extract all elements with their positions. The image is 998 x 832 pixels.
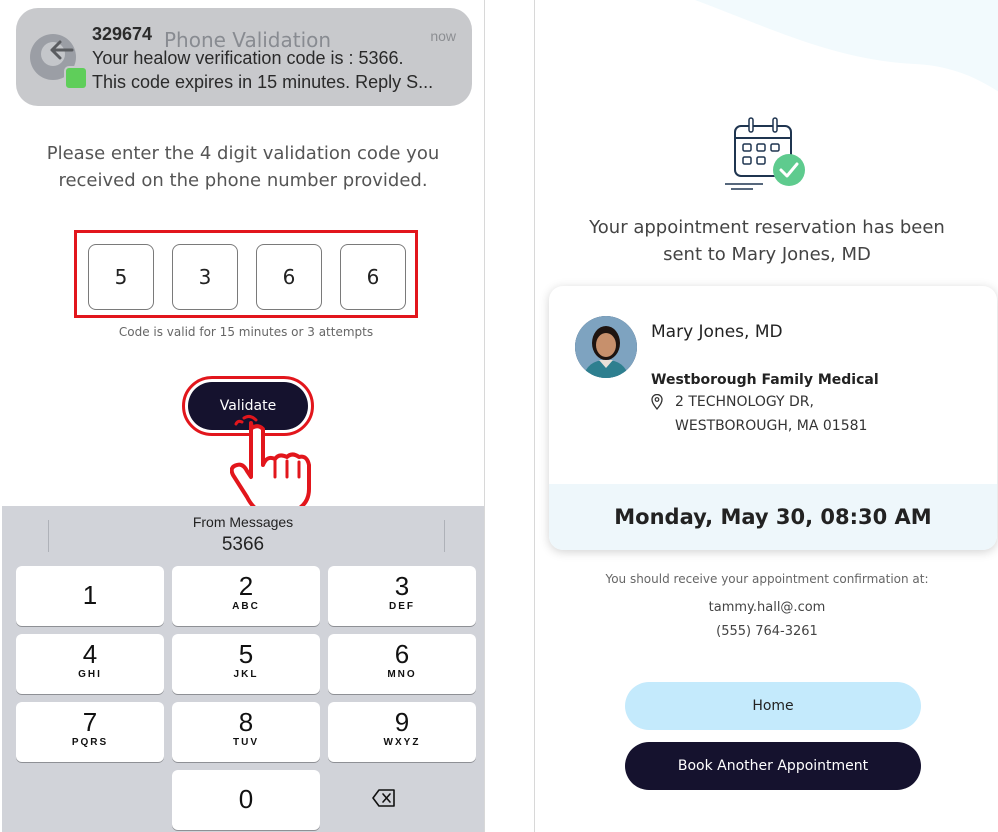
address-line-1: 2 TECHNOLOGY DR,	[675, 394, 814, 410]
confirmation-email: tammy.hall@.com	[708, 600, 826, 615]
suggested-code[interactable]: 5366	[2, 534, 484, 556]
tapping-hand-icon	[230, 414, 311, 514]
backspace-icon[interactable]	[372, 788, 396, 808]
phone-validation-screen: 329674 Phone Validation now Your healow …	[2, 0, 485, 832]
key-number: 9	[394, 707, 410, 737]
code-digit-3[interactable]: 6	[256, 244, 322, 310]
key-4[interactable]: 4 GHI	[16, 634, 164, 694]
key-number: 3	[394, 571, 410, 601]
key-letters: JKL	[233, 669, 259, 680]
key-8[interactable]: 8 TUV	[172, 702, 320, 762]
key-number: 2	[238, 571, 254, 601]
provider-name: Mary Jones, MD	[651, 322, 783, 342]
home-button[interactable]: Home	[625, 682, 921, 730]
notification-message-line1: Your healow verification code is : 5366.	[92, 48, 404, 68]
key-number: 4	[82, 639, 98, 669]
key-1[interactable]: 1	[16, 566, 164, 626]
key-letters: GHI	[78, 669, 102, 680]
key-6[interactable]: 6 MNO	[328, 634, 476, 694]
code-digit-2[interactable]: 3	[172, 244, 238, 310]
key-number: 0	[238, 784, 254, 814]
appointment-confirmation-screen: Your appointment reservation has been se…	[534, 0, 998, 832]
key-3[interactable]: 3 DEF	[328, 566, 476, 626]
reservation-sent-text: Your appointment reservation has been se…	[589, 217, 945, 265]
appointment-card: Mary Jones, MD Westborough Family Medica…	[549, 286, 997, 550]
messages-app-icon	[64, 66, 88, 90]
key-number: 5	[238, 639, 254, 669]
confirmation-phone: (555) 764-3261	[716, 624, 818, 639]
key-2[interactable]: 2 ABC	[172, 566, 320, 626]
notification-time: now	[430, 28, 456, 44]
map-pin-icon	[651, 394, 663, 410]
key-9[interactable]: 9 WXYZ	[328, 702, 476, 762]
key-number: 7	[82, 707, 98, 737]
autofill-suggestion-bar[interactable]: From Messages 5366	[2, 506, 484, 566]
key-letters: DEF	[389, 601, 415, 612]
key-number: 6	[394, 639, 410, 669]
confirmation-note: You should receive your appointment conf…	[605, 572, 929, 586]
code-digit-4[interactable]: 6	[340, 244, 406, 310]
book-another-appointment-button[interactable]: Book Another Appointment	[625, 742, 921, 790]
back-arrow-icon[interactable]	[42, 30, 82, 70]
address-line-2: WESTBOROUGH, MA 01581	[675, 418, 868, 434]
provider-photo	[575, 316, 637, 378]
reservation-sent-message: Your appointment reservation has been se…	[535, 214, 998, 268]
validation-instructions: Please enter the 4 digit validation code…	[46, 143, 440, 191]
key-letters: TUV	[233, 737, 259, 748]
code-digit-1[interactable]: 5	[88, 244, 154, 310]
decorative-wave	[695, 0, 998, 92]
key-0[interactable]: 0	[172, 770, 320, 830]
notification-message-line2: This code expires in 15 minutes. Reply S…	[92, 72, 434, 92]
notification-sender: 329674	[92, 24, 153, 44]
appointment-datetime: Monday, May 30, 08:30 AM	[614, 505, 932, 529]
calendar-check-icon	[725, 117, 805, 190]
key-letters: PQRS	[71, 737, 109, 748]
code-validity-hint: Code is valid for 15 minutes or 3 attemp…	[118, 325, 374, 339]
key-letters: WXYZ	[383, 737, 421, 748]
numeric-keyboard: From Messages 5366 1 2 ABC 3 DEF 4 GHI 5…	[2, 506, 484, 832]
key-number: 8	[238, 707, 254, 737]
key-letters: MNO	[387, 669, 417, 680]
suggestion-source-label: From Messages	[192, 514, 294, 530]
key-7[interactable]: 7 PQRS	[16, 702, 164, 762]
key-letters: ABC	[232, 601, 260, 612]
key-number: 1	[82, 580, 98, 610]
practice-name: Westborough Family Medical	[651, 372, 879, 388]
key-5[interactable]: 5 JKL	[172, 634, 320, 694]
sms-notification-banner[interactable]: 329674 Phone Validation now Your healow …	[16, 8, 472, 106]
